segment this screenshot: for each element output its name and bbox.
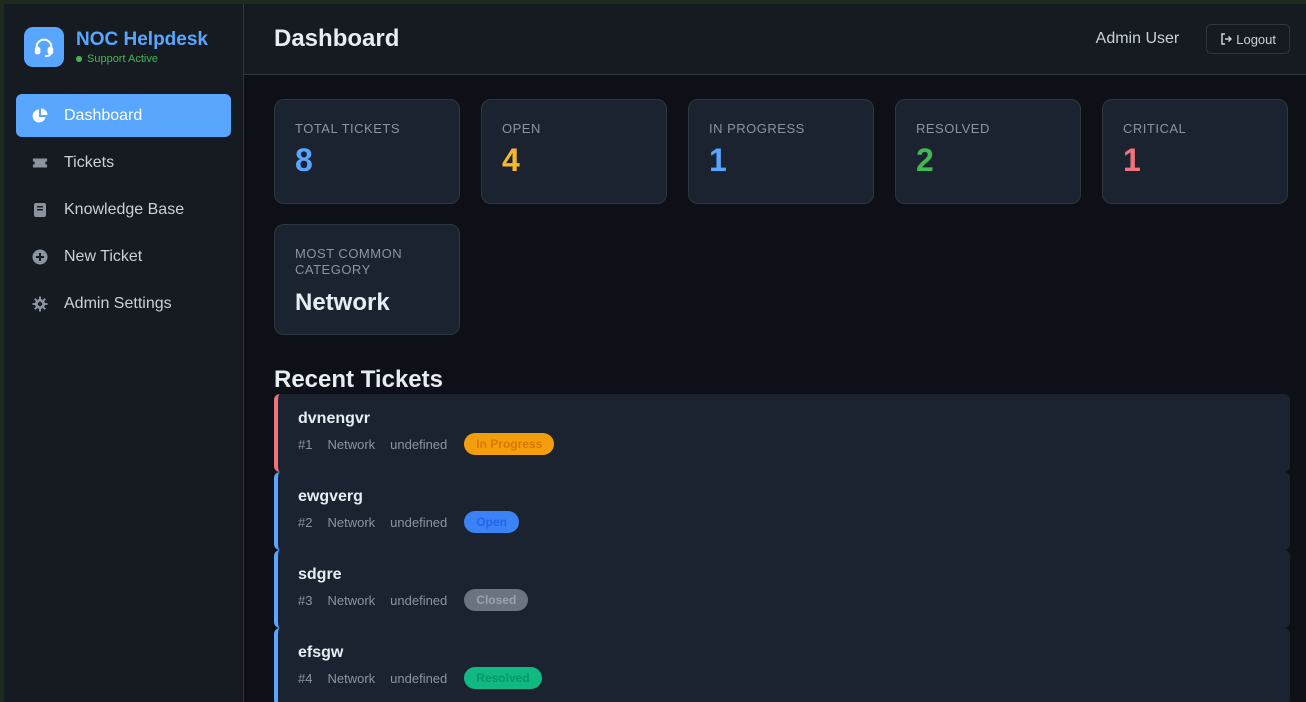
main-area: Dashboard Admin User Logout Total Ticket… <box>244 4 1306 702</box>
stat-card-resolved: Resolved 2 <box>895 99 1081 204</box>
sidebar-item-dashboard[interactable]: Dashboard <box>16 94 231 137</box>
stat-value: 8 <box>295 142 313 178</box>
sidebar-item-admin-settings[interactable]: Admin Settings <box>16 282 231 325</box>
brand: NOC Helpdesk Support Active <box>4 4 243 70</box>
book-icon <box>32 202 48 218</box>
sidebar-item-label: Tickets <box>64 153 115 171</box>
ticket-category: Network <box>327 670 376 686</box>
ticket-title: efsgw <box>298 644 344 661</box>
ticket-category: Network <box>327 514 376 530</box>
ticket-id: #2 <box>298 514 313 530</box>
support-status: Support Active <box>76 53 208 65</box>
stat-label: Critical <box>1123 121 1187 136</box>
stat-value: 2 <box>916 142 934 178</box>
logout-button[interactable]: Logout <box>1206 24 1290 54</box>
sidebar-item-knowledge-base[interactable]: Knowledge Base <box>16 188 231 231</box>
stat-label: Open <box>502 121 541 136</box>
sidebar-item-label: Dashboard <box>64 106 143 124</box>
stat-label: In Progress <box>709 121 805 136</box>
ticket-category: Network <box>327 592 376 608</box>
status-badge: Resolved <box>464 667 542 689</box>
ticket-extra: undefined <box>390 514 448 530</box>
ticket-row[interactable]: efsgw #4 Network undefined Resolved <box>274 628 1290 702</box>
stat-card-total: Total Tickets 8 <box>274 99 460 204</box>
ticket-title: sdgre <box>298 566 342 583</box>
page-title: Dashboard <box>274 25 400 52</box>
stat-card-in-progress: In Progress 1 <box>688 99 874 204</box>
gear-icon <box>32 296 48 312</box>
recent-tickets-title: Recent Tickets <box>274 366 443 393</box>
stat-value: 1 <box>709 142 727 178</box>
stat-value: 1 <box>1123 142 1141 178</box>
top-bar: Dashboard Admin User Logout <box>244 4 1306 75</box>
stats-row: Total Tickets 8 Open 4 In Progress 1 Res… <box>274 99 1290 204</box>
user-name: Admin User <box>1095 30 1180 47</box>
ticket-row[interactable]: ewgverg #2 Network undefined Open <box>274 472 1290 550</box>
stat-value: 4 <box>502 142 520 178</box>
pie-chart-icon <box>32 108 48 124</box>
ticket-meta: #4 Network undefined Resolved <box>298 667 1270 689</box>
stat-card-critical: Critical 1 <box>1102 99 1288 204</box>
sidebar-item-tickets[interactable]: Tickets <box>16 141 231 184</box>
ticket-extra: undefined <box>390 670 448 686</box>
ticket-icon <box>32 155 48 171</box>
ticket-category: Network <box>327 436 376 452</box>
support-status-label: Support Active <box>87 53 158 65</box>
sidebar-item-new-ticket[interactable]: New Ticket <box>16 235 231 278</box>
stat-value: Network <box>295 289 390 316</box>
ticket-id: #4 <box>298 670 313 686</box>
ticket-row[interactable]: dvnengvr #1 Network undefined In Progres… <box>274 394 1290 472</box>
stat-label: Total Tickets <box>295 121 400 136</box>
ticket-id: #1 <box>298 436 313 452</box>
status-dot-icon <box>76 56 82 62</box>
stat-label: Most Common Category <box>295 246 403 277</box>
stat-label: Resolved <box>916 121 990 136</box>
dashboard-content: Total Tickets 8 Open 4 In Progress 1 Res… <box>244 75 1306 702</box>
status-badge: In Progress <box>464 433 555 455</box>
ticket-meta: #2 Network undefined Open <box>298 511 1270 533</box>
ticket-title: ewgverg <box>298 488 363 505</box>
status-badge: Closed <box>464 589 529 611</box>
logout-label: Logout <box>1236 31 1276 47</box>
headset-icon <box>24 27 64 67</box>
brand-title: NOC Helpdesk <box>76 29 208 50</box>
sidebar: NOC Helpdesk Support Active Dashboard Ti… <box>4 4 244 702</box>
logout-icon <box>1221 33 1233 45</box>
sidebar-item-label: New Ticket <box>64 247 143 265</box>
sidebar-nav: Dashboard Tickets Knowledge Base New Tic… <box>4 94 243 325</box>
plus-circle-icon <box>32 249 48 265</box>
status-badge: Open <box>464 511 519 533</box>
sidebar-item-label: Knowledge Base <box>64 200 185 218</box>
stat-card-common-category: Most Common Category Network <box>274 224 460 335</box>
recent-tickets-list: dvnengvr #1 Network undefined In Progres… <box>274 394 1290 702</box>
ticket-title: dvnengvr <box>298 410 371 427</box>
stat-card-open: Open 4 <box>481 99 667 204</box>
app-window: NOC Helpdesk Support Active Dashboard Ti… <box>4 4 1306 702</box>
ticket-row[interactable]: sdgre #3 Network undefined Closed <box>274 550 1290 628</box>
ticket-extra: undefined <box>390 592 448 608</box>
ticket-id: #3 <box>298 592 313 608</box>
sidebar-item-label: Admin Settings <box>64 294 172 312</box>
ticket-extra: undefined <box>390 436 448 452</box>
ticket-meta: #1 Network undefined In Progress <box>298 433 1270 455</box>
ticket-meta: #3 Network undefined Closed <box>298 589 1270 611</box>
